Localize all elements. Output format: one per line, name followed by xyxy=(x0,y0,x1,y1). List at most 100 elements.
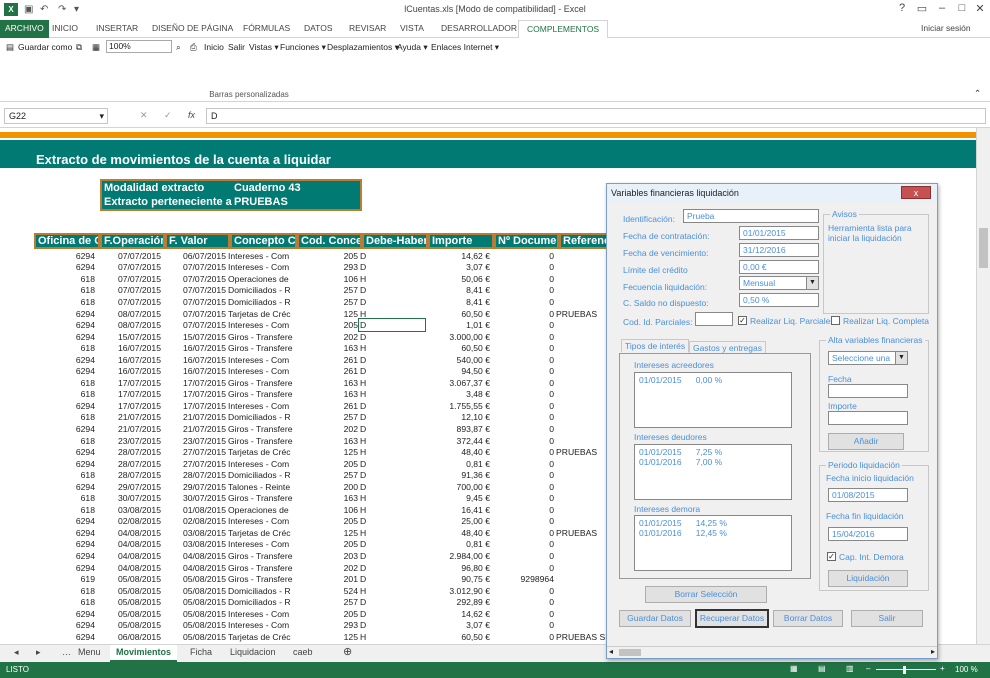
table-cell[interactable]: 6294 xyxy=(0,631,96,643)
table-cell[interactable]: 16/07/2015 xyxy=(162,365,227,377)
table-cell[interactable]: Giros - Transfere xyxy=(227,377,293,389)
sheet-tab-caeb[interactable]: caeb xyxy=(293,647,313,657)
table-cell[interactable]: Intereses - Com xyxy=(227,262,293,274)
table-cell[interactable]: 07/07/2015 xyxy=(162,296,227,308)
table-cell[interactable]: 618 xyxy=(0,389,96,401)
table-cell[interactable]: 0 xyxy=(491,550,555,562)
table-cell[interactable]: 90,75 € xyxy=(425,573,491,585)
table-cell[interactable]: 1.755,55 € xyxy=(425,400,491,412)
table-cell[interactable]: 3.000,00 € xyxy=(425,331,491,343)
table-cell[interactable]: 8,41 € xyxy=(425,285,491,297)
table-cell[interactable]: D xyxy=(359,469,425,481)
table-cell[interactable]: 0 xyxy=(491,596,555,608)
table-cell[interactable]: Giros - Transfere xyxy=(227,573,293,585)
table-cell[interactable]: 04/08/2015 xyxy=(96,539,162,551)
table-cell[interactable]: 23/07/2015 xyxy=(96,435,162,447)
importe-field[interactable] xyxy=(828,411,908,425)
table-cell[interactable]: 0 xyxy=(491,377,555,389)
table-cell[interactable]: 125 xyxy=(293,446,359,458)
table-cell[interactable]: 0 xyxy=(491,608,555,620)
table-cell[interactable]: 07/07/2015 xyxy=(162,273,227,285)
zoom-level[interactable]: 100 % xyxy=(955,665,978,674)
table-cell[interactable]: 0 xyxy=(491,527,555,539)
table-cell[interactable]: D xyxy=(359,423,425,435)
fecha-fin-field[interactable]: 15/04/2016 xyxy=(828,527,908,541)
table-cell[interactable]: 257 xyxy=(293,469,359,481)
table-cell[interactable]: 6294 xyxy=(0,365,96,377)
inicio-button[interactable]: Inicio xyxy=(204,42,224,52)
table-cell[interactable]: H xyxy=(359,308,425,320)
table-cell[interactable]: D xyxy=(359,608,425,620)
table-cell[interactable]: 163 xyxy=(293,377,359,389)
table-cell[interactable]: 618 xyxy=(0,435,96,447)
borrar-seleccion-button[interactable]: Borrar Selección xyxy=(645,586,767,603)
signin-link[interactable]: Iniciar sesión xyxy=(921,23,971,33)
table-cell[interactable]: 8,41 € xyxy=(425,296,491,308)
tab-tipos-interes[interactable]: Tipos de interés xyxy=(621,339,690,352)
table-cell[interactable]: 0 xyxy=(491,620,555,632)
table-cell[interactable]: 17/07/2015 xyxy=(96,377,162,389)
save-as-button[interactable]: Guardar como xyxy=(18,42,72,52)
table-cell[interactable]: 261 xyxy=(293,365,359,377)
sheet-tab-movimientos[interactable]: Movimientos xyxy=(110,645,178,662)
funciones-menu[interactable]: Funciones ▾ xyxy=(280,42,326,53)
table-cell[interactable]: D xyxy=(359,250,425,262)
table-cell[interactable]: Talones - Reinte xyxy=(227,481,293,493)
table-cell[interactable]: 0 xyxy=(491,389,555,401)
table-cell[interactable]: 17/07/2015 xyxy=(162,400,227,412)
table-cell[interactable]: Giros - Transfere xyxy=(227,389,293,401)
list-item[interactable]: 01/01/2015 14,25 % xyxy=(639,518,787,528)
table-cell[interactable]: 05/08/2015 xyxy=(162,585,227,597)
table-cell[interactable]: 6294 xyxy=(0,331,96,343)
table-cell[interactable]: 205 xyxy=(293,319,359,331)
table-cell[interactable]: 618 xyxy=(0,596,96,608)
table-cell[interactable]: Domiciliados - R xyxy=(227,412,293,424)
column-header[interactable]: Oficina de O xyxy=(34,233,100,249)
table-cell[interactable]: 0 xyxy=(491,273,555,285)
table-cell[interactable]: 05/08/2015 xyxy=(162,631,227,643)
formula-input[interactable]: D xyxy=(206,108,986,124)
table-cell[interactable]: 619 xyxy=(0,573,96,585)
table-cell[interactable]: 07/07/2015 xyxy=(96,273,162,285)
table-cell[interactable]: 17/07/2015 xyxy=(162,389,227,401)
table-cell[interactable]: 02/08/2015 xyxy=(96,516,162,528)
table-cell[interactable]: 6294 xyxy=(0,539,96,551)
table-cell[interactable]: 15/07/2015 xyxy=(96,331,162,343)
cod-parciales-field[interactable] xyxy=(695,312,733,326)
enlaces-menu[interactable]: Enlaces Internet ▾ xyxy=(431,42,499,53)
table-cell[interactable]: 3,07 € xyxy=(425,262,491,274)
table-cell[interactable]: 3,07 € xyxy=(425,620,491,632)
seleccione-select[interactable]: Seleccione una ▼ xyxy=(828,351,908,365)
table-cell[interactable]: 0 xyxy=(491,342,555,354)
table-cell[interactable]: D xyxy=(359,458,425,470)
table-cell[interactable]: 03/08/2015 xyxy=(96,504,162,516)
table-cell[interactable]: Domiciliados - R xyxy=(227,585,293,597)
table-cell[interactable]: 0 xyxy=(491,481,555,493)
table-cell[interactable]: 14,62 € xyxy=(425,608,491,620)
zoom-slider-thumb[interactable] xyxy=(903,666,906,674)
table-cell[interactable]: 618 xyxy=(0,585,96,597)
table-cell[interactable]: 27/07/2015 xyxy=(162,446,227,458)
table-cell[interactable]: 9,45 € xyxy=(425,492,491,504)
table-cell[interactable]: 261 xyxy=(293,354,359,366)
table-cell[interactable]: 106 xyxy=(293,273,359,285)
table-cell[interactable]: 0 xyxy=(491,296,555,308)
guardar-datos-button[interactable]: Guardar Datos xyxy=(619,610,691,627)
table-cell[interactable]: 0 xyxy=(491,400,555,412)
ayuda-menu[interactable]: Ayuda ▾ xyxy=(397,42,428,53)
table-cell[interactable]: D xyxy=(359,481,425,493)
table-cell[interactable]: 205 xyxy=(293,539,359,551)
table-cell[interactable]: 618 xyxy=(0,492,96,504)
table-cell[interactable]: 04/08/2015 xyxy=(96,527,162,539)
table-cell[interactable]: H xyxy=(359,273,425,285)
table-cell[interactable]: H xyxy=(359,435,425,447)
fecha-inicio-field[interactable]: 01/08/2015 xyxy=(828,488,908,502)
identificacion-field[interactable]: Prueba xyxy=(683,209,819,223)
table-cell[interactable]: 48,40 € xyxy=(425,446,491,458)
table-cell[interactable]: Tarjetas de Créc xyxy=(227,446,293,458)
table-cell[interactable]: 6294 xyxy=(0,262,96,274)
table-cell[interactable]: 1,01 € xyxy=(425,319,491,331)
table-cell[interactable]: Domiciliados - R xyxy=(227,296,293,308)
tab-inicio[interactable]: INICIO xyxy=(52,23,78,33)
fecha-contratacion-field[interactable]: 01/01/2015 xyxy=(739,226,819,240)
